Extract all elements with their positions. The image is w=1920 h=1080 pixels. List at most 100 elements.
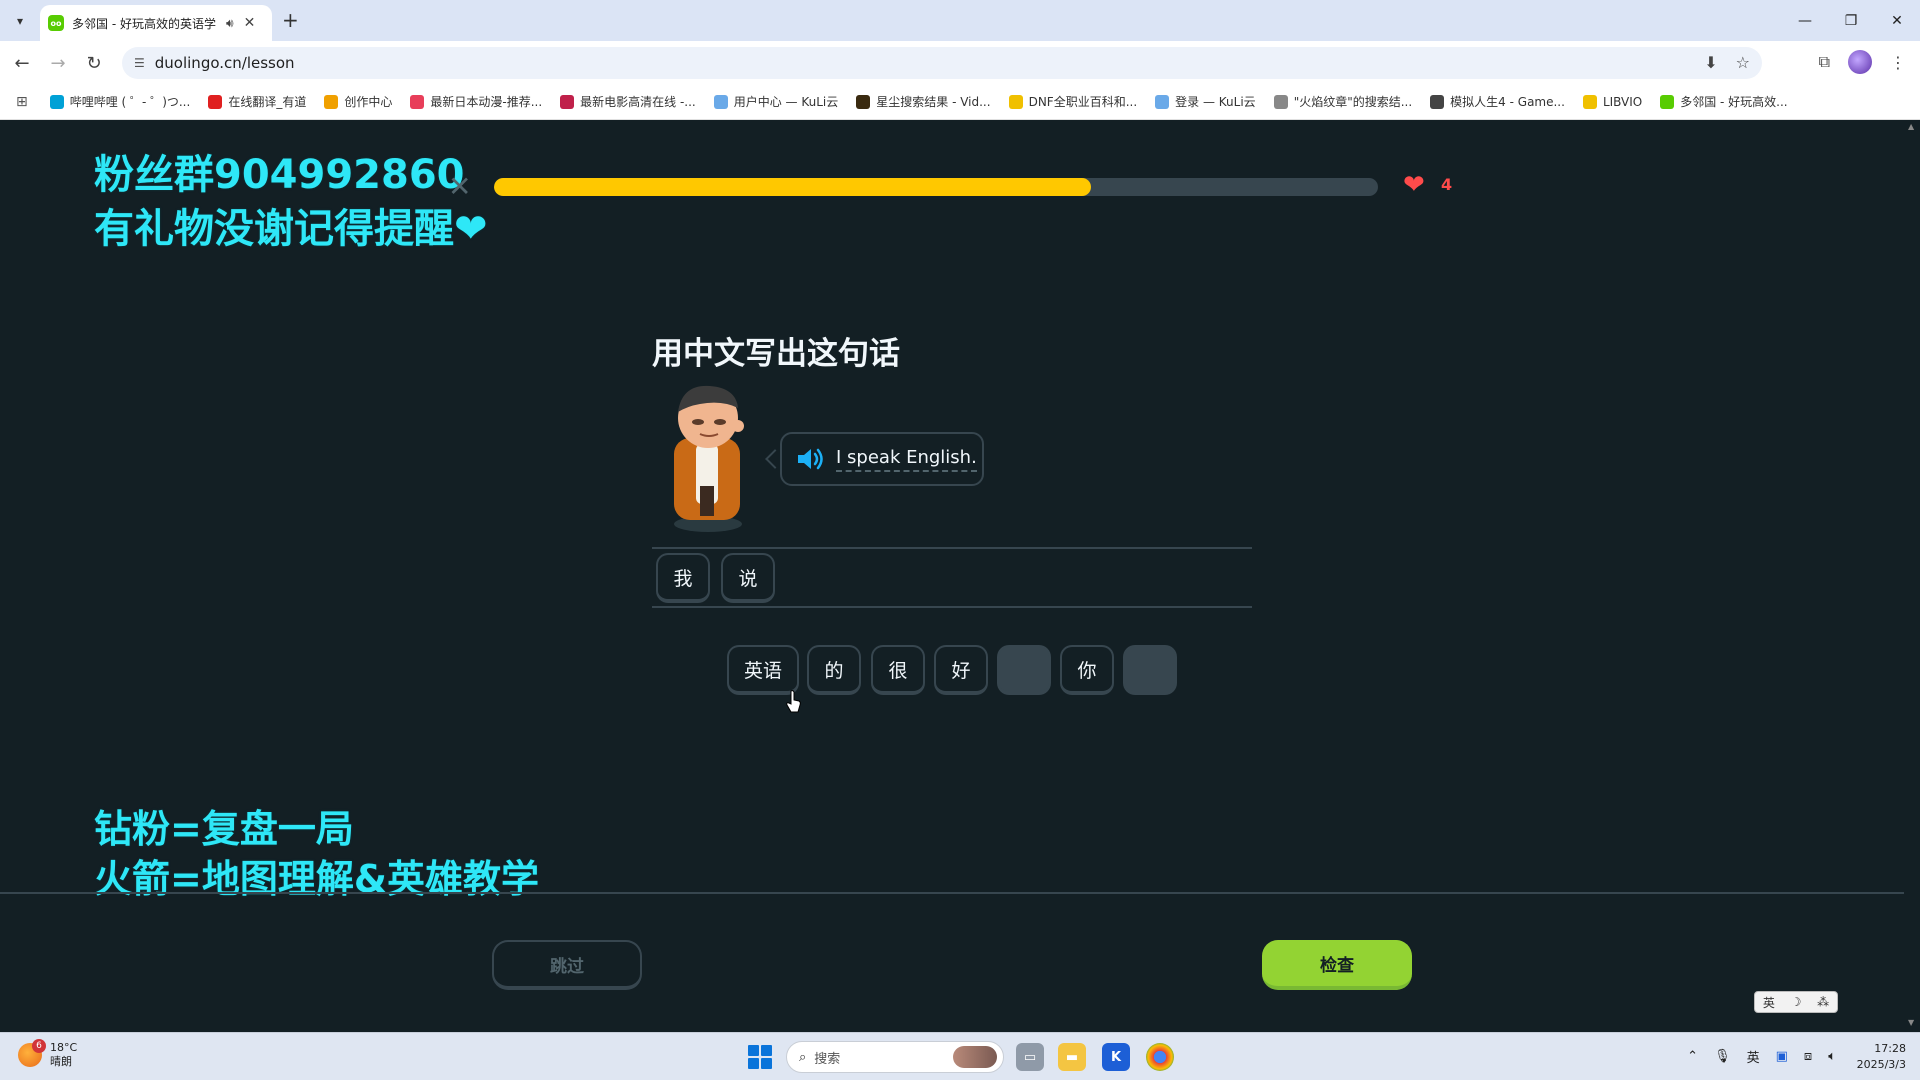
clock-time: 17:28	[1874, 1042, 1906, 1055]
install-app-icon[interactable]: ⬇	[1704, 53, 1717, 72]
bookmark-favicon-icon	[856, 94, 871, 109]
back-arrow-icon[interactable]: ←	[10, 51, 34, 75]
site-info-icon[interactable]: ☰	[134, 56, 145, 70]
system-clock[interactable]: 17:28 2025/3/3	[1857, 1041, 1906, 1073]
word-bank-tile[interactable]: 好	[934, 645, 988, 695]
ime-settings-icon[interactable]: ⁂	[1817, 995, 1829, 1009]
source-sentence[interactable]: I speak English.	[836, 447, 977, 472]
bookmark-label: 用户中心 — KuLi云	[733, 95, 839, 109]
search-highlight-image	[953, 1046, 997, 1068]
bookmark-star-icon[interactable]: ☆	[1736, 53, 1750, 72]
answer-tile[interactable]: 说	[721, 553, 775, 603]
taskbar-search[interactable]: ⌕ 搜索	[786, 1041, 1004, 1073]
speaker-audio-icon[interactable]	[796, 446, 826, 472]
answer-area-bottom-line	[652, 606, 1252, 608]
ime-language-label[interactable]: 英	[1763, 994, 1775, 1011]
word-bank-tile[interactable]: 英语	[727, 645, 799, 695]
answer-area-top-line	[652, 547, 1252, 549]
bookmark-item[interactable]: 在线翻译_有道	[208, 93, 306, 110]
window-close-icon[interactable]: ✕	[1874, 0, 1920, 41]
bookmark-favicon-icon	[1273, 94, 1288, 109]
bookmark-item[interactable]: 星尘搜索结果 - Vid...	[856, 93, 991, 110]
tab-strip: ▾ oo 多邻国 - 好玩高效的英语学 🔊︎ ✕ + — ❐ ✕	[0, 0, 1920, 41]
volume-icon[interactable]: 🔈︎	[1828, 1049, 1836, 1064]
bookmark-item[interactable]: 哔哩哔哩 ( ゜- ゜)つ...	[49, 93, 191, 110]
bookmark-label: 最新电影高清在线 -...	[580, 95, 696, 109]
input-language-indicator[interactable]: 英	[1747, 1047, 1760, 1066]
bookmark-item[interactable]: 创作中心	[324, 93, 392, 110]
task-view-icon[interactable]: ▭	[1016, 1043, 1044, 1071]
browser-tab-active[interactable]: oo 多邻国 - 好玩高效的英语学 🔊︎ ✕	[40, 5, 272, 41]
hearts-count: 4	[1441, 175, 1453, 194]
exercise-prompt: 用中文写出这句话	[652, 336, 900, 372]
bookmark-item[interactable]: "火焰纹章"的搜索结...	[1273, 93, 1412, 110]
apps-grid-icon[interactable]: ⊞	[16, 94, 28, 110]
tray-overflow-chevron-icon[interactable]: ⌃	[1687, 1049, 1698, 1064]
restore-icon[interactable]: ❐	[1828, 0, 1874, 41]
stream-overlay-rocket: 火箭=地图理解&英雄教学	[94, 857, 539, 901]
bookmark-favicon-icon	[49, 94, 64, 109]
word-bank-tile[interactable]: 很	[871, 645, 925, 695]
network-icon[interactable]: ⧈	[1804, 1049, 1812, 1064]
bookmark-favicon-icon	[1155, 94, 1170, 109]
mouse-pointer-hand-icon	[786, 690, 801, 713]
tab-search-chevron-icon[interactable]: ▾	[8, 9, 32, 33]
window-controls: — ❐ ✕	[1782, 0, 1920, 41]
bookmark-item[interactable]: 登录 — KuLi云	[1155, 93, 1256, 110]
bookmark-item[interactable]: 最新电影高清在线 -...	[560, 93, 696, 110]
profile-avatar[interactable]	[1848, 50, 1872, 74]
page-scrollbar[interactable]: ▲ ▼	[1904, 120, 1920, 1032]
kuli-app-icon[interactable]: K	[1102, 1043, 1130, 1071]
word-bank-tile[interactable]: 你	[1060, 645, 1114, 695]
weather-temperature: 18°C	[50, 1041, 78, 1054]
extensions-icon[interactable]: ⧉	[1819, 52, 1830, 72]
notification-badge: 6	[32, 1039, 46, 1053]
bookmark-item[interactable]: 多邻国 - 好玩高效...	[1660, 93, 1788, 110]
bookmark-item[interactable]: 最新日本动漫-推荐...	[410, 93, 542, 110]
windows-start-icon[interactable]	[748, 1045, 772, 1069]
search-placeholder: 搜索	[814, 1051, 841, 1067]
weather-widget[interactable]: 6 18°C 晴朗	[18, 1039, 78, 1069]
lesson-close-icon[interactable]: ✕	[448, 170, 471, 203]
bookmark-item[interactable]: DNF全职业百科和...	[1008, 93, 1137, 110]
bookmark-favicon-icon	[208, 94, 223, 109]
check-button[interactable]: 检查	[1262, 940, 1412, 990]
word-bank-tile[interactable]: 的	[807, 645, 861, 695]
word-bank-slot-empty	[1123, 645, 1177, 695]
bookmark-item[interactable]: 模拟人生4 - Game...	[1430, 93, 1565, 110]
forward-arrow-icon[interactable]: →	[46, 51, 70, 75]
bookmark-favicon-icon	[560, 94, 575, 109]
chrome-icon[interactable]	[1146, 1043, 1174, 1071]
stream-overlay-diamond-fan: 钻粉=复盘一局	[94, 807, 354, 851]
tab-close-icon[interactable]: ✕	[244, 15, 256, 31]
microphone-icon[interactable]: 🎙︎	[1714, 1049, 1731, 1064]
clock-date: 2025/3/3	[1856, 1058, 1906, 1071]
new-tab-button[interactable]: +	[282, 8, 299, 32]
bookmark-label: LIBVIO	[1602, 94, 1643, 109]
menu-kebab-icon[interactable]: ⋮	[1890, 53, 1906, 72]
answer-tile[interactable]: 我	[656, 553, 710, 603]
skip-button[interactable]: 跳过	[492, 940, 642, 990]
reload-icon[interactable]: ↻	[82, 51, 106, 75]
scroll-up-icon[interactable]: ▲	[1908, 122, 1914, 131]
duolingo-favicon-icon: oo	[48, 15, 64, 31]
bookmark-label: 哔哩哔哩 ( ゜- ゜)つ...	[69, 95, 191, 109]
ime-toolbar[interactable]: 英 ☽ ⁂	[1754, 991, 1838, 1013]
lesson-progress-fill	[494, 178, 1091, 196]
bookmark-favicon-icon	[1660, 94, 1675, 109]
tab-title: 多邻国 - 好玩高效的英语学	[72, 16, 216, 31]
bookmark-item[interactable]: LIBVIO	[1582, 94, 1643, 109]
omnibox[interactable]: ☰ duolingo.cn/lesson ⬇ ☆	[122, 47, 1762, 79]
bookmark-favicon-icon	[410, 94, 425, 109]
scroll-down-icon[interactable]: ▼	[1908, 1018, 1914, 1027]
bookmark-item[interactable]: 用户中心 — KuLi云	[713, 93, 839, 110]
stream-overlay-fan-group: 粉丝群904992860	[94, 152, 465, 198]
audio-playing-icon[interactable]: 🔊︎	[226, 16, 234, 31]
file-explorer-icon[interactable]: ▬	[1058, 1043, 1086, 1071]
url-text[interactable]: duolingo.cn/lesson	[155, 54, 295, 72]
heart-icon: ❤	[1403, 170, 1425, 200]
weather-sun-icon: 6	[18, 1039, 46, 1067]
tray-app-icon[interactable]: ▣	[1776, 1049, 1788, 1064]
minimize-icon[interactable]: —	[1782, 0, 1828, 41]
ime-moon-icon[interactable]: ☽	[1791, 995, 1802, 1009]
